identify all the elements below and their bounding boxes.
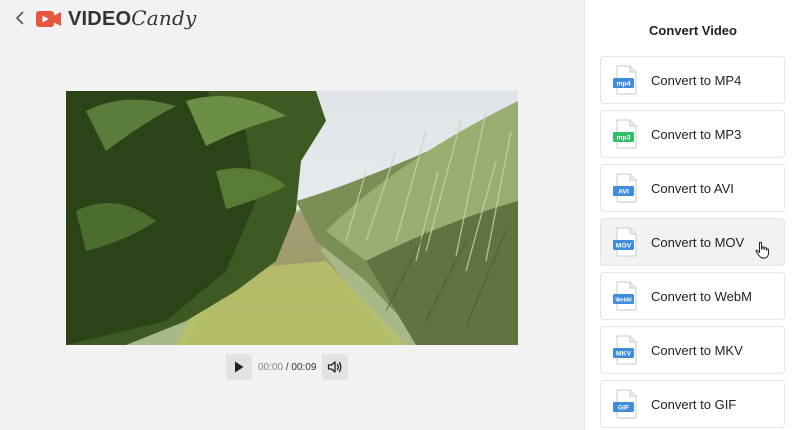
file-webm-icon: WebM (613, 281, 637, 311)
volume-button[interactable] (322, 354, 349, 380)
convert-option-label: Convert to MOV (651, 234, 745, 250)
convert-option-label: Convert to MP3 (651, 126, 742, 142)
video-frame (66, 91, 518, 345)
speaker-icon (328, 361, 342, 373)
convert-option-label: Convert to WebM (651, 288, 752, 304)
logo[interactable]: VIDEOCandy (36, 8, 196, 29)
logo-text-script: Candy (131, 6, 197, 30)
file-mkv-icon: MKV (613, 335, 637, 365)
file-badge-text: MKV (616, 351, 632, 358)
convert-option-label: Convert to GIF (651, 396, 737, 412)
current-time: 00:00 (258, 361, 284, 373)
convert-option-label: Convert to MKV (651, 342, 743, 358)
convert-option-label: Convert to AVI (651, 180, 734, 196)
file-badge-text: GIF (618, 405, 629, 412)
editor-area: VIDEOCandy 00:00 / 00:09 (0, 0, 584, 430)
chevron-left-icon (16, 11, 24, 25)
convert-option-mp4[interactable]: mp4 Convert to MP4 (600, 56, 785, 104)
file-badge-text: mp4 (617, 81, 631, 88)
convert-option-gif[interactable]: GIF Convert to GIF (600, 380, 785, 428)
convert-panel: Convert Video mp4 Convert to MP4 mp3 Conver… (584, 0, 800, 430)
time-display: 00:00 / 00:09 (258, 362, 316, 373)
play-button[interactable] (226, 354, 252, 380)
file-gif-icon: GIF (613, 389, 637, 419)
logo-text-bold: VIDEO (68, 8, 132, 30)
player-controls: 00:00 / 00:09 (226, 353, 358, 381)
convert-option-mkv[interactable]: MKV Convert to MKV (600, 326, 785, 374)
file-badge-text: mp3 (617, 135, 631, 142)
file-badge-text: WebM (615, 298, 632, 304)
play-icon (235, 361, 244, 373)
video-preview[interactable] (66, 91, 518, 345)
file-mp3-icon: mp3 (613, 119, 637, 149)
convert-option-webm[interactable]: WebM Convert to WebM (600, 272, 785, 320)
file-avi-icon: AVI (613, 173, 637, 203)
convert-option-label: Convert to MP4 (651, 72, 742, 88)
logo-text: VIDEOCandy (68, 8, 196, 29)
duration: 00:09 (291, 361, 317, 373)
convert-option-avi[interactable]: AVI Convert to AVI (600, 164, 785, 212)
hand-cursor-icon (755, 241, 769, 259)
file-badge-text: MOV (616, 243, 632, 250)
file-mov-icon: MOV (613, 227, 637, 257)
back-button[interactable] (11, 9, 29, 27)
file-mp4-icon: mp4 (613, 65, 637, 95)
file-badge-text: AVI (618, 189, 629, 196)
video-camera-icon (36, 10, 61, 27)
convert-option-mp3[interactable]: mp3 Convert to MP3 (600, 110, 785, 158)
panel-title: Convert Video (649, 23, 737, 38)
